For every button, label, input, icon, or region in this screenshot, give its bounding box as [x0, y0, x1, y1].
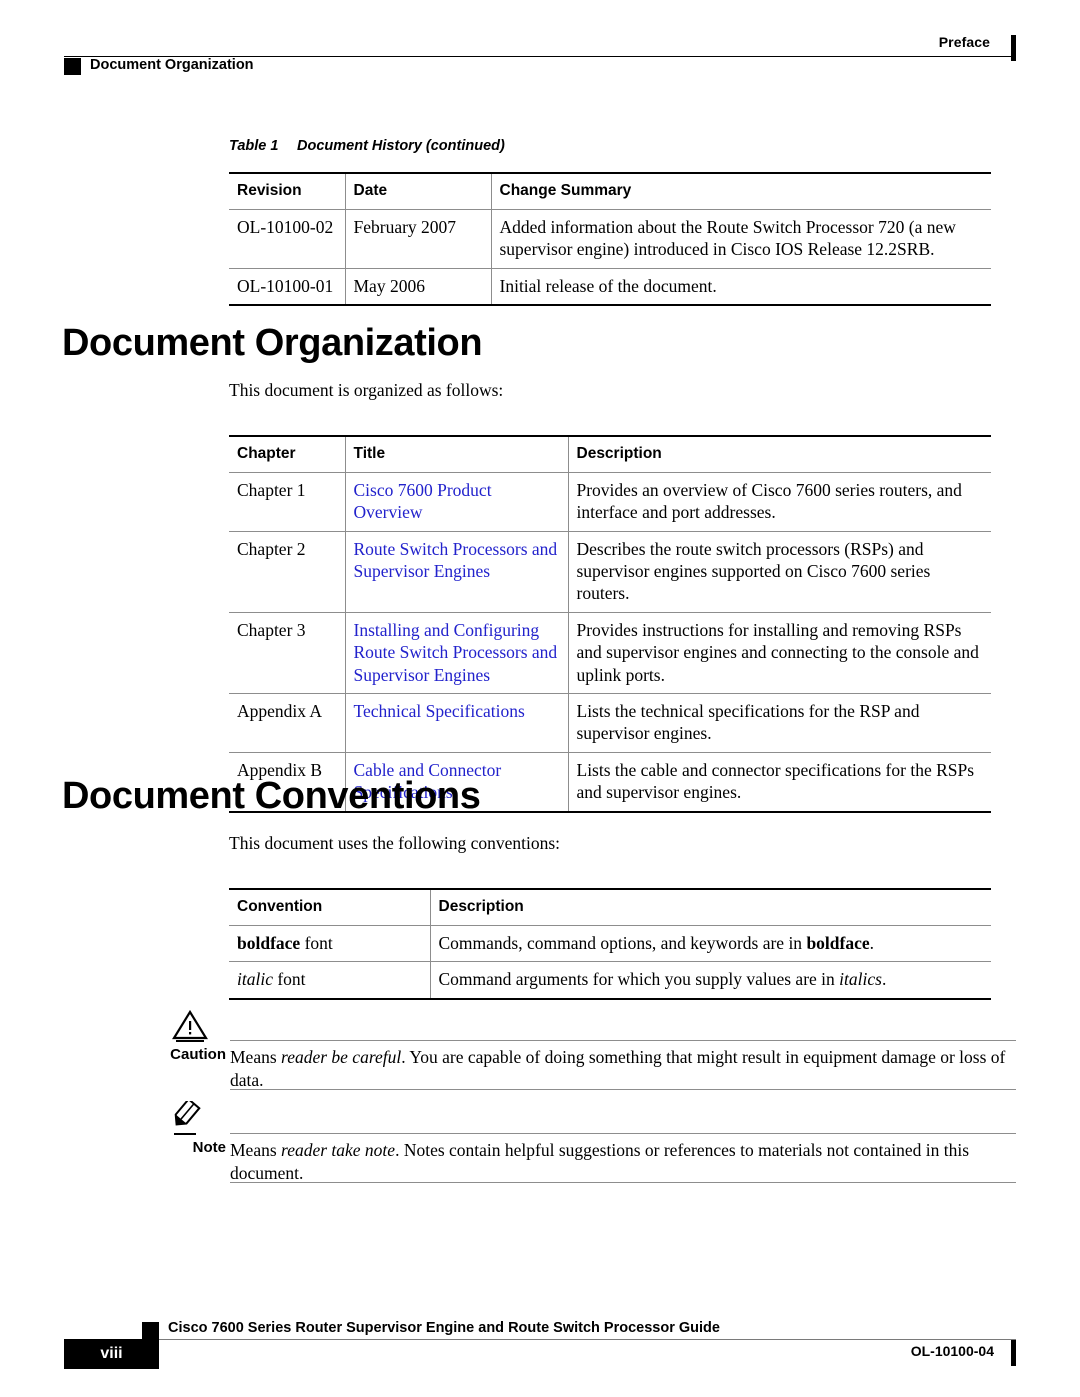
admonition-rule-bottom — [230, 1089, 1016, 1090]
page-title-document-organization: Document Organization — [62, 322, 483, 364]
column-header-revision: Revision — [237, 182, 302, 199]
admonition-rule-top — [230, 1040, 1016, 1041]
convention-sample-suffix: font — [272, 969, 306, 990]
footer-bullet-icon — [142, 1322, 159, 1339]
cell-description: Lists the cable and connector specificat… — [567, 752, 991, 812]
admonition-body-caution: Means reader be careful. You are capable… — [230, 1046, 1016, 1093]
column-header-change-summary: Change Summary — [490, 173, 991, 210]
cell-revision: OL-10100-01 — [237, 275, 334, 296]
footer-document-title: Cisco 7600 Series Router Supervisor Engi… — [168, 1320, 720, 1336]
cell-revision: OL-10100-02 — [237, 216, 334, 237]
cell-description-boldface: Commands, command options, and keywords … — [429, 925, 991, 962]
cell-chapter: Chapter 2 — [237, 538, 306, 559]
cell-change-summary: Added information about the Route Switch… — [490, 209, 991, 269]
column-header-convention: Convention — [237, 898, 323, 915]
running-footer: Cisco 7600 Series Router Supervisor Engi… — [64, 1307, 1016, 1369]
admonition-caution: Caution Means reader be careful. You are… — [160, 1008, 1016, 1090]
admonition-label-note: Note — [192, 1139, 226, 1156]
table-header-row: Revision Date Change Summary — [229, 173, 991, 210]
link-chapter-title[interactable]: Technical Specifications — [354, 701, 525, 721]
link-chapter-title[interactable]: Cisco 7600 Product Overview — [354, 480, 492, 522]
column-header-description: Description — [567, 436, 991, 473]
admonition-lead: Means — [230, 1140, 282, 1160]
header-edge-bar — [1011, 35, 1016, 61]
description-tail: . — [881, 969, 887, 990]
page-title-document-conventions: Document Conventions — [62, 775, 481, 817]
cell-description: Describes the route switch processors (R… — [567, 531, 991, 613]
admonition-rule-top — [230, 1133, 1016, 1134]
description-lead: Commands, command options, and keywords … — [438, 932, 807, 953]
table-row: Chapter 1 Cisco 7600 Product Overview Pr… — [229, 472, 991, 532]
cell-change-summary: Initial release of the document. — [490, 268, 991, 305]
description-tail: . — [869, 932, 875, 953]
document-page: Preface Document Organization Table 1 Doc… — [0, 0, 1080, 1397]
document-history-table: Revision Date Change Summary OL-10100-02… — [229, 172, 991, 306]
footer-page-number: viii — [100, 1345, 123, 1362]
header-bullet-icon — [64, 58, 81, 75]
cell-date: February 2007 — [344, 209, 491, 269]
table-row: OL-10100-01 May 2006 Initial release of … — [229, 268, 991, 305]
admonition-label-caution: Caution — [170, 1046, 226, 1063]
note-pencil-icon — [168, 1101, 212, 1141]
header-section-label: Document Organization — [90, 57, 254, 73]
description-emphasis: italics — [839, 969, 882, 990]
admonition-rule-bottom — [230, 1182, 1016, 1183]
organization-intro-paragraph: This document is organized as follows: — [229, 380, 504, 400]
admonition-body-note: Means reader take note. Notes contain he… — [230, 1139, 1016, 1186]
cell-convention-italic: italic font — [229, 962, 430, 999]
table-row: Chapter 3 Installing and Configuring Rou… — [229, 612, 991, 694]
header-chapter-label: Preface — [938, 34, 990, 50]
convention-sample-bold: boldface — [237, 932, 301, 953]
table-header-row: Convention Description — [229, 889, 991, 926]
table-header-row: Chapter Title Description — [229, 436, 991, 473]
cell-date: May 2006 — [344, 268, 491, 305]
cell-description: Provides an overview of Cisco 7600 serie… — [567, 472, 991, 532]
column-header-description: Description — [429, 889, 991, 926]
column-header-chapter: Chapter — [237, 445, 296, 462]
admonition-emphasis: reader be careful — [281, 1047, 402, 1067]
conventions-intro-paragraph: This document uses the following convent… — [229, 833, 560, 853]
document-conventions-table: Convention Description boldface font Com… — [229, 888, 991, 1000]
column-header-date: Date — [344, 173, 491, 210]
footer-edge-bar — [1011, 1340, 1016, 1366]
cell-description: Provides instructions for installing and… — [567, 612, 991, 694]
table-row: OL-10100-02 February 2007 Added informat… — [229, 209, 991, 269]
cell-chapter: Chapter 1 — [237, 479, 306, 500]
link-chapter-title[interactable]: Installing and Configuring Route Switch … — [354, 620, 558, 685]
convention-sample-italic: italic — [237, 969, 273, 990]
cell-description: Lists the technical specifications for t… — [567, 693, 991, 753]
column-header-title: Title — [344, 436, 568, 473]
table-row: boldface font Commands, command options,… — [229, 925, 991, 962]
link-chapter-title[interactable]: Route Switch Processors and Supervisor E… — [354, 539, 558, 581]
convention-sample-suffix: font — [300, 932, 333, 953]
admonition-note: Note Means reader take note. Notes conta… — [160, 1101, 1016, 1183]
running-header: Preface Document Organization — [64, 34, 1016, 82]
cell-description-italic: Command arguments for which you supply v… — [429, 961, 991, 999]
table-row: Chapter 2 Route Switch Processors and Su… — [229, 531, 991, 613]
admonition-lead: Means — [230, 1047, 282, 1067]
table-row: italic font Command arguments for which … — [229, 961, 991, 999]
caution-triangle-icon — [168, 1008, 212, 1048]
footer-document-id: OL-10100-04 — [910, 1343, 994, 1359]
history-table-caption: Table 1 Document History (continued) — [229, 138, 505, 154]
document-organization-table: Chapter Title Description Chapter 1 Cisc… — [229, 435, 991, 813]
table-row: Appendix A Technical Specifications List… — [229, 693, 991, 753]
history-table-caption-title: Document History (continued) — [297, 138, 505, 154]
description-emphasis: boldface — [806, 932, 870, 953]
description-lead: Command arguments for which you supply v… — [438, 969, 840, 990]
footer-rule — [142, 1339, 1016, 1340]
admonition-emphasis: reader take note — [281, 1140, 396, 1160]
cell-convention-boldface: boldface font — [229, 925, 430, 961]
history-table-caption-number: Table 1 — [229, 138, 279, 154]
cell-chapter: Chapter 3 — [237, 619, 306, 640]
cell-chapter: Appendix A — [237, 700, 323, 721]
